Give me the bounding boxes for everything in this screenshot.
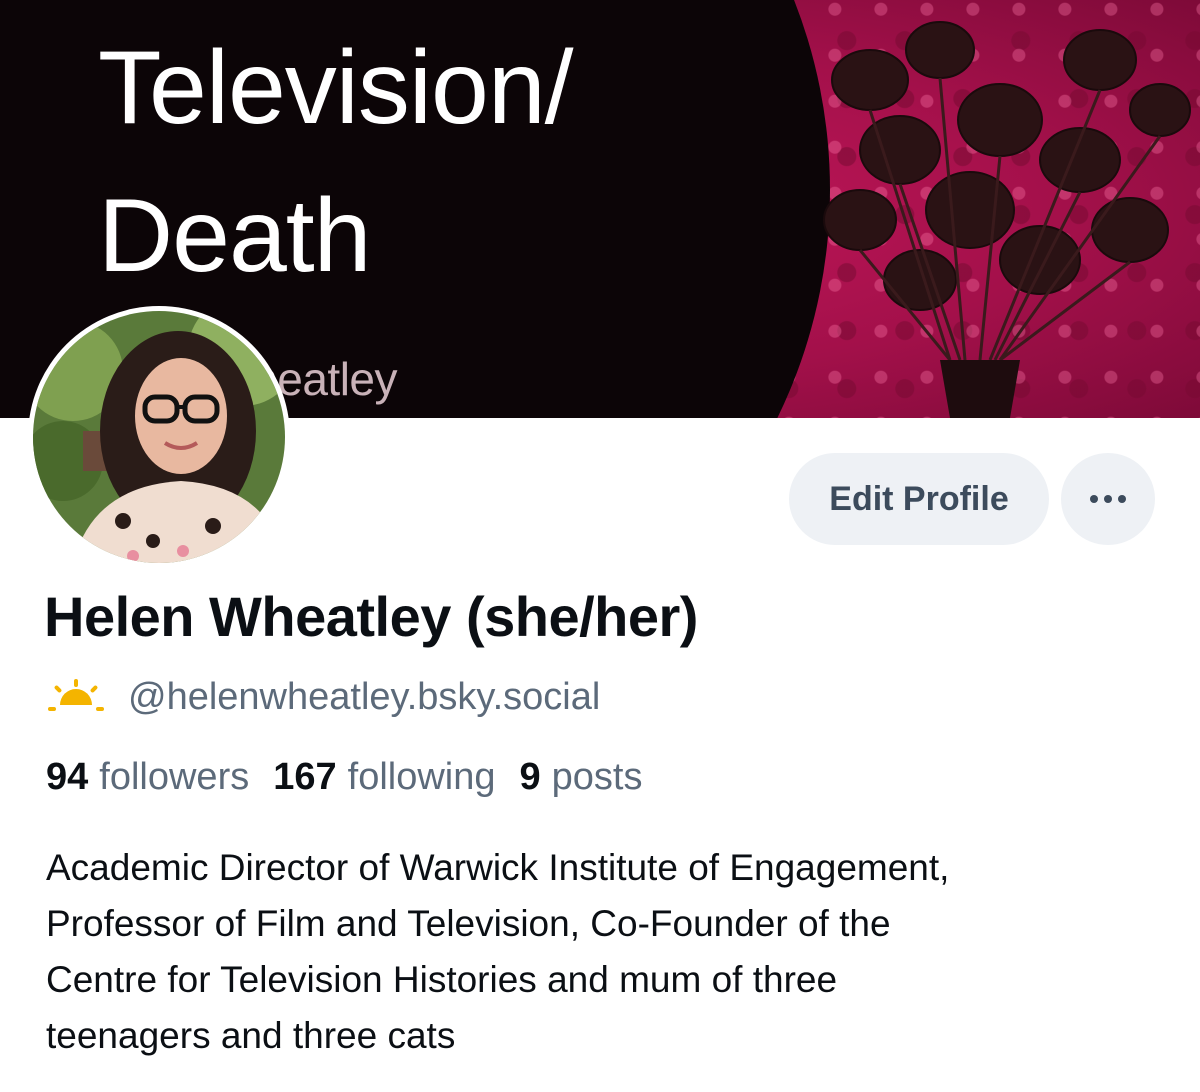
followers-stat[interactable]: 94 followers — [46, 756, 249, 799]
posts-count: 9 — [519, 756, 541, 798]
dried-roses-vase-image — [823, 21, 1191, 418]
avatar-photo — [33, 311, 285, 563]
posts-label: posts — [551, 756, 643, 798]
sun-icon — [48, 679, 104, 711]
followers-label: followers — [99, 756, 250, 798]
handle-row: @helenwheatley.bsky.social — [46, 672, 600, 722]
following-label: following — [347, 756, 496, 798]
banner-title-line1: Television/ — [98, 30, 574, 146]
edit-profile-button[interactable]: Edit Profile — [789, 453, 1049, 545]
display-name: Helen Wheatley (she/her) — [44, 585, 698, 648]
banner-title: Television/ Death — [98, 14, 574, 310]
following-stat[interactable]: 167 following — [273, 756, 495, 799]
bio-line: Centre for Television Histories and mum … — [46, 959, 838, 1000]
bio-line: Professor of Film and Television, Co-Fou… — [46, 903, 891, 944]
profile-page: Television/ Death Vheatley Edit Profile … — [0, 0, 1200, 1092]
ellipsis-icon — [1090, 495, 1126, 503]
bio-line: Academic Director of Warwick Institute o… — [46, 847, 950, 888]
handle-text[interactable]: @helenwheatley.bsky.social — [128, 676, 600, 719]
profile-bio: Academic Director of Warwick Institute o… — [46, 840, 1166, 1064]
posts-stat: 9 posts — [520, 756, 643, 799]
more-options-button[interactable] — [1061, 453, 1155, 545]
avatar[interactable] — [28, 306, 290, 568]
profile-stats: 94 followers 167 following 9 posts — [46, 756, 666, 799]
bio-line: teenagers and three cats — [46, 1015, 456, 1056]
followers-count: 94 — [46, 756, 89, 798]
banner-title-line2: Death — [98, 178, 372, 294]
following-count: 167 — [273, 756, 337, 798]
